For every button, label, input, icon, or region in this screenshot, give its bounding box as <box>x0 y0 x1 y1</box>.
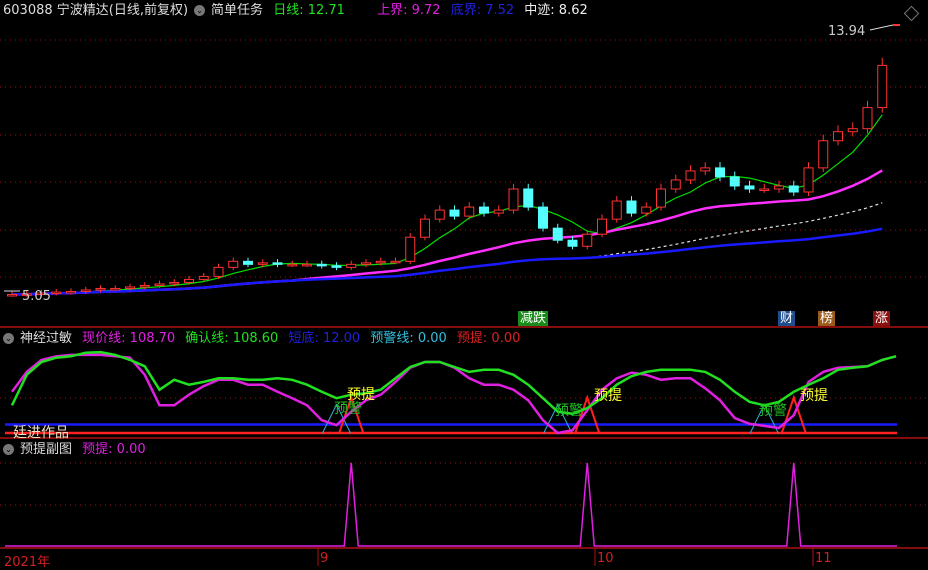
candle-up <box>66 290 76 294</box>
candle-up <box>670 179 681 190</box>
max-price-arrow <box>869 24 894 31</box>
candle-down <box>788 185 799 193</box>
signal-cai: 财 <box>778 311 796 326</box>
candle-up <box>213 266 224 277</box>
candle-up <box>847 128 858 133</box>
candle-up <box>685 170 696 181</box>
candle-up <box>361 262 371 265</box>
main-header: 603088 宁波精达(日线,前复权) ⌄ 简单任务 日线: 12.71 上界: 9… <box>3 3 594 19</box>
candle-up <box>877 64 888 109</box>
candle-up <box>508 188 519 211</box>
sub-pre-value: 预提: 0.00 <box>82 442 146 457</box>
candle-up <box>700 167 711 172</box>
short-bottom-value: 短底: 12.00 <box>288 331 361 346</box>
candle-up <box>125 286 135 289</box>
candle-down <box>449 209 460 217</box>
ma60-line <box>11 227 883 296</box>
candle-up <box>434 209 445 220</box>
pre-signal-value: 预提: 0.00 <box>456 331 521 346</box>
axis-label-year: 2021年 <box>4 555 51 570</box>
candle-up <box>420 218 430 238</box>
tag-pre-3: 预提 <box>800 388 828 404</box>
candle-down <box>538 206 548 229</box>
candle-down <box>729 176 740 187</box>
candle-up <box>110 287 121 291</box>
candle-up <box>169 281 180 285</box>
candle-down <box>626 200 637 214</box>
candle-down <box>272 262 283 265</box>
candle-down <box>715 167 725 178</box>
candle-up <box>302 263 312 267</box>
candle-down <box>479 206 489 214</box>
candle-down <box>744 185 755 190</box>
min-price-label: 5.05 <box>22 289 51 304</box>
tag-warn-3: 预警 <box>759 403 787 419</box>
candle-up <box>597 218 607 235</box>
candle-up <box>464 206 475 217</box>
candle-up <box>656 188 666 208</box>
upper-value: 上界: 9.72 <box>377 3 441 18</box>
signal-jiandie: 减跌 <box>518 311 549 326</box>
stock-chart <box>0 24 928 566</box>
strategy-name[interactable]: 简单任务 <box>211 3 263 18</box>
ma40-line <box>11 202 883 296</box>
candle-up <box>154 283 165 286</box>
indicator-name[interactable]: 神经过敏 <box>20 331 72 346</box>
candle-up <box>346 263 357 268</box>
candle-up <box>641 206 652 214</box>
candle-down <box>316 263 327 267</box>
candle-up <box>862 107 873 130</box>
dropdown-icon[interactable]: ⌄ <box>194 5 206 16</box>
candle-up <box>95 287 106 291</box>
candle-up <box>257 262 268 265</box>
candle-up <box>405 236 416 262</box>
dropdown-icon[interactable]: ⌄ <box>3 333 14 344</box>
signal-bang: 榜 <box>818 311 836 326</box>
candle-up <box>493 209 504 214</box>
candle-up <box>582 233 593 247</box>
lower-value: 底界: 7.52 <box>450 3 515 18</box>
axis-label-oct: 10 <box>597 551 614 566</box>
candle-up <box>833 131 843 142</box>
candle-down <box>567 239 578 247</box>
candle-up <box>611 200 622 220</box>
candle-down <box>331 265 342 268</box>
warn-line-value: 预警线: 0.00 <box>370 331 447 346</box>
candle-up <box>7 293 17 297</box>
candle-down <box>552 227 563 241</box>
candle-up <box>803 167 814 193</box>
candle-up <box>228 260 239 268</box>
candle-up <box>375 260 386 264</box>
axis-label-nov: 11 <box>815 551 832 566</box>
candle-down <box>523 188 534 208</box>
sub-name[interactable]: 预提副图 <box>20 442 72 457</box>
tag-warn-2: 预警 <box>555 403 583 419</box>
watermark-text: 廷进作品 <box>13 425 69 441</box>
middle-value: 中迹: 8.62 <box>524 3 588 18</box>
confirm-line-value: 确认线: 108.60 <box>185 331 279 346</box>
candle-up <box>184 278 194 283</box>
tag-pre-2: 预提 <box>594 388 622 404</box>
candle-down <box>243 260 253 265</box>
day-line-value: 日线: 12.71 <box>273 3 345 18</box>
tag-warn-1: 预警 <box>334 401 362 417</box>
signal-zhang: 涨 <box>873 311 891 326</box>
candle-up <box>51 291 62 295</box>
candle-up <box>818 140 829 169</box>
indicator-header: ⌄ 神经过敏 现价线: 108.70 确认线: 108.60 短底: 12.00 … <box>3 331 526 347</box>
stock-title: 603088 宁波精达(日线,前复权) <box>3 3 189 18</box>
axis-label-sep: 9 <box>320 551 329 566</box>
candle-up <box>287 263 298 267</box>
candle-up <box>139 284 150 288</box>
candle-up <box>774 185 784 190</box>
now-line-value: 现价线: 108.70 <box>82 331 176 346</box>
dropdown-icon[interactable]: ⌄ <box>3 444 14 455</box>
candle-up <box>759 188 770 191</box>
sub-header: ⌄ 预提副图 预提: 0.00 <box>3 442 152 458</box>
max-price-label: 13.94 <box>828 24 866 39</box>
candle-up <box>198 275 209 280</box>
candle-up <box>80 289 91 292</box>
candle-up <box>390 260 401 264</box>
